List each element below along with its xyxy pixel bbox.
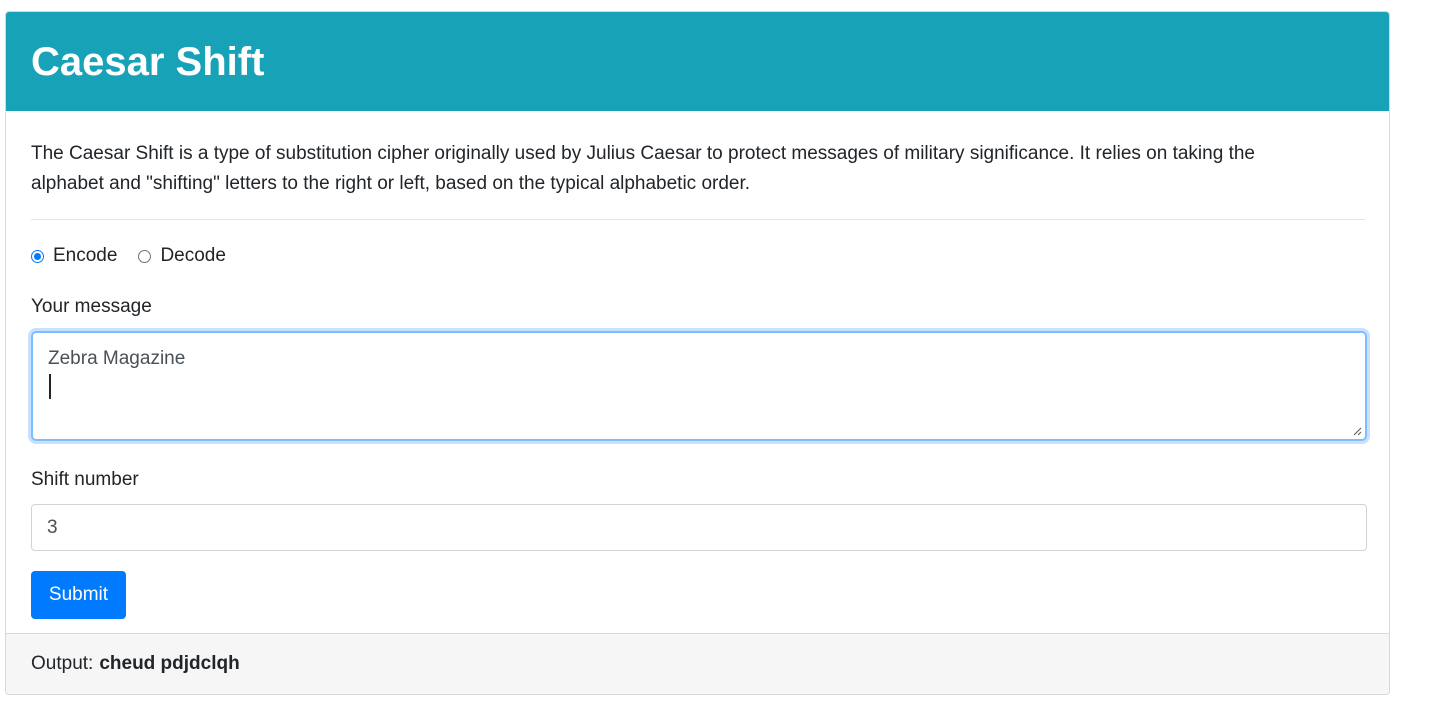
caesar-card: Caesar Shift The Caesar Shift is a type … — [5, 11, 1390, 695]
decode-radio-button[interactable] — [138, 249, 152, 263]
output-value: cheud pdjdclqh — [99, 653, 240, 674]
encode-radio-label: Encode — [53, 245, 118, 266]
encode-radio[interactable]: Encode — [31, 245, 117, 267]
page-title: Caesar Shift — [31, 39, 265, 84]
text-caret — [49, 374, 51, 399]
decode-radio[interactable]: Decode — [138, 245, 226, 267]
message-textarea[interactable]: Zebra Magazine — [31, 331, 1367, 441]
resize-grip-icon[interactable] — [1352, 426, 1362, 436]
shift-number-input[interactable]: 3 — [31, 504, 1367, 551]
card-header: Caesar Shift — [6, 12, 1389, 111]
divider — [31, 219, 1365, 220]
submit-button[interactable]: Submit — [31, 571, 126, 619]
shift-number-value: 3 — [47, 516, 58, 538]
description-text: The Caesar Shift is a type of substituti… — [31, 143, 1255, 194]
encode-radio-button[interactable] — [31, 249, 44, 263]
decode-radio-label: Decode — [160, 245, 226, 266]
message-text: Zebra Magazine — [48, 348, 186, 369]
shift-label: Shift number — [31, 469, 139, 490]
card-footer: Output: cheud pdjdclqh — [6, 633, 1389, 694]
message-label: Your message — [31, 296, 152, 317]
card-body: The Caesar Shift is a type of substituti… — [6, 111, 1389, 619]
mode-radio-group: Encode Decode — [31, 244, 1364, 268]
output-label: Output: — [31, 653, 94, 674]
